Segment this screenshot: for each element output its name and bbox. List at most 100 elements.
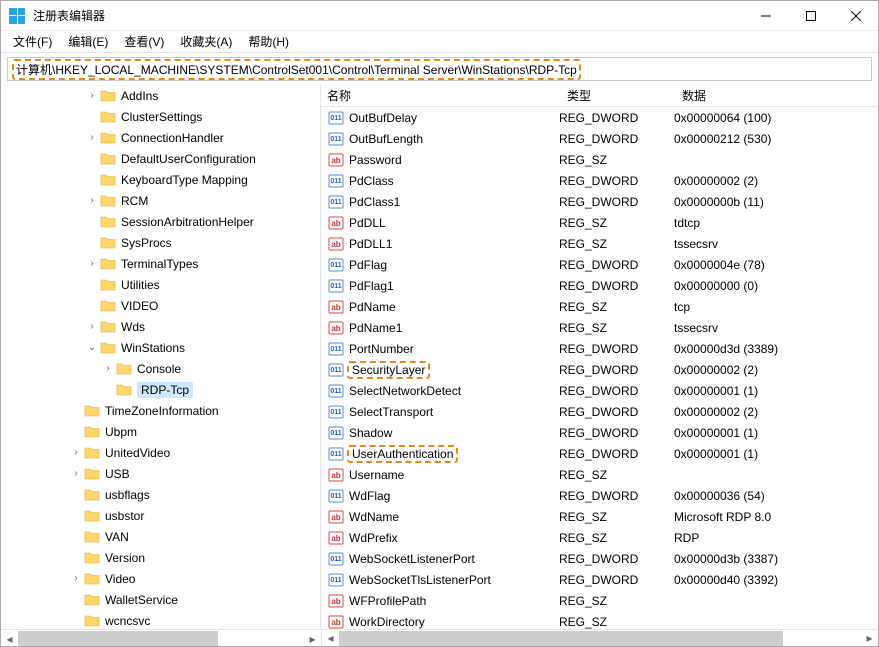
tree-scroll-track[interactable] <box>18 630 304 646</box>
tree-item-defaultuserconfiguration[interactable]: DefaultUserConfiguration <box>1 148 320 169</box>
tree-item-label: VIDEO <box>121 299 158 313</box>
value-row[interactable]: PasswordREG_SZ <box>321 149 878 170</box>
expander-icon[interactable]: › <box>69 573 83 584</box>
tree-item-unitedvideo[interactable]: ›UnitedVideo <box>1 442 320 463</box>
tree-item-label: Wds <box>121 320 145 334</box>
value-row[interactable]: SelectTransportREG_DWORD0x00000002 (2) <box>321 401 878 422</box>
dword-icon <box>327 110 345 126</box>
tree-scroll-left[interactable]: ◂ <box>1 630 18 647</box>
tree-item-video[interactable]: ›Video <box>1 568 320 589</box>
value-row[interactable]: WebSocketTlsListenerPortREG_DWORD0x00000… <box>321 569 878 590</box>
dword-icon <box>327 173 345 189</box>
tree-item-connectionhandler[interactable]: ›ConnectionHandler <box>1 127 320 148</box>
value-row[interactable]: PdClassREG_DWORD0x00000002 (2) <box>321 170 878 191</box>
col-header-data[interactable]: 数据 <box>676 87 878 104</box>
value-row[interactable]: WdFlagREG_DWORD0x00000036 (54) <box>321 485 878 506</box>
menu-favorites[interactable]: 收藏夹(A) <box>172 31 240 52</box>
tree-item-rdp-tcp[interactable]: RDP-Tcp <box>1 379 320 400</box>
value-type: REG_SZ <box>559 531 674 545</box>
value-row[interactable]: UserAuthenticationREG_DWORD0x00000001 (1… <box>321 443 878 464</box>
expander-icon[interactable]: › <box>85 258 99 269</box>
dword-icon <box>327 362 345 378</box>
value-row[interactable]: WebSocketListenerPortREG_DWORD0x00000d3b… <box>321 548 878 569</box>
tree-item-wds[interactable]: › Wds <box>1 316 320 337</box>
tree-item-usbstor[interactable]: usbstor <box>1 505 320 526</box>
tree-item-clustersettings[interactable]: ClusterSettings <box>1 106 320 127</box>
minimize-button[interactable] <box>743 1 788 31</box>
value-row[interactable]: SecurityLayerREG_DWORD0x00000002 (2) <box>321 359 878 380</box>
menu-help[interactable]: 帮助(H) <box>240 31 297 52</box>
value-type: REG_DWORD <box>559 405 674 419</box>
value-name: Username <box>349 468 559 482</box>
tree-item-video[interactable]: VIDEO <box>1 295 320 316</box>
expander-icon[interactable]: ⌄ <box>85 342 99 353</box>
value-row[interactable]: WorkDirectoryREG_SZ <box>321 611 878 629</box>
list-scroll-right[interactable]: ▸ <box>861 630 878 647</box>
tree-item-wcncsvc[interactable]: wcncsvc <box>1 610 320 629</box>
value-name: UserAuthentication <box>349 447 559 461</box>
expander-icon[interactable]: › <box>69 447 83 458</box>
close-button[interactable] <box>833 1 878 31</box>
menu-file[interactable]: 文件(F) <box>5 31 60 52</box>
tree-item-version[interactable]: Version <box>1 547 320 568</box>
value-row[interactable]: UsernameREG_SZ <box>321 464 878 485</box>
expander-icon[interactable]: › <box>69 468 83 479</box>
value-data: 0x00000002 (2) <box>674 405 878 419</box>
tree-item-sessionarbitrationhelper[interactable]: SessionArbitrationHelper <box>1 211 320 232</box>
tree-item-winstations[interactable]: ⌄WinStations <box>1 337 320 358</box>
value-row[interactable]: PdDLL1REG_SZtssecsrv <box>321 233 878 254</box>
tree-item-usb[interactable]: ›USB <box>1 463 320 484</box>
value-row[interactable]: SelectNetworkDetectREG_DWORD0x00000001 (… <box>321 380 878 401</box>
expander-icon[interactable]: › <box>85 321 99 332</box>
value-row[interactable]: PdDLLREG_SZtdtcp <box>321 212 878 233</box>
tree-item-usbflags[interactable]: usbflags <box>1 484 320 505</box>
value-type: REG_DWORD <box>559 384 674 398</box>
tree-item-sysprocs[interactable]: SysProcs <box>1 232 320 253</box>
tree-item-walletservice[interactable]: WalletService <box>1 589 320 610</box>
value-row[interactable]: PortNumberREG_DWORD0x00000d3d (3389) <box>321 338 878 359</box>
list-scroll-track[interactable] <box>339 631 861 646</box>
tree-scroll-right[interactable]: ▸ <box>304 630 321 647</box>
value-row[interactable]: ShadowREG_DWORD0x00000001 (1) <box>321 422 878 443</box>
expander-icon[interactable]: › <box>85 195 99 206</box>
value-row[interactable]: OutBufLengthREG_DWORD0x00000212 (530) <box>321 128 878 149</box>
tree-item-rcm[interactable]: ›RCM <box>1 190 320 211</box>
value-row[interactable]: PdNameREG_SZtcp <box>321 296 878 317</box>
value-row[interactable]: PdFlag1REG_DWORD0x00000000 (0) <box>321 275 878 296</box>
address-bar[interactable]: 计算机\HKEY_LOCAL_MACHINE\SYSTEM\ControlSet… <box>7 57 872 81</box>
tree-item-van[interactable]: VAN <box>1 526 320 547</box>
value-row[interactable]: PdFlagREG_DWORD0x0000004e (78) <box>321 254 878 275</box>
folder-icon <box>83 425 101 439</box>
list-scroll-left[interactable]: ◂ <box>322 630 339 647</box>
value-name: SelectTransport <box>349 405 559 419</box>
tree-item-console[interactable]: › Console <box>1 358 320 379</box>
tree-view[interactable]: ›AddIns ClusterSettings ›ConnectionHandler… <box>1 85 321 629</box>
tree-item-ubpm[interactable]: Ubpm <box>1 421 320 442</box>
value-row[interactable]: OutBufDelayREG_DWORD0x00000064 (100) <box>321 107 878 128</box>
col-header-name[interactable]: 名称 <box>321 87 561 104</box>
expander-icon[interactable]: › <box>101 363 115 374</box>
value-row[interactable]: PdName1REG_SZtssecsrv <box>321 317 878 338</box>
value-row[interactable]: WdNameREG_SZMicrosoft RDP 8.0 <box>321 506 878 527</box>
value-row[interactable]: WFProfilePathREG_SZ <box>321 590 878 611</box>
tree-item-label: ClusterSettings <box>121 110 202 124</box>
expander-icon[interactable]: › <box>85 90 99 101</box>
tree-item-utilities[interactable]: Utilities <box>1 274 320 295</box>
tree-item-keyboardtype-mapping[interactable]: KeyboardType Mapping <box>1 169 320 190</box>
tree-item-addins[interactable]: ›AddIns <box>1 85 320 106</box>
value-list[interactable]: 名称 类型 数据 OutBufDelayREG_DWORD0x00000064 … <box>321 85 878 629</box>
value-type: REG_SZ <box>559 216 674 230</box>
folder-icon <box>99 173 117 187</box>
menu-view[interactable]: 查看(V) <box>116 31 172 52</box>
col-header-type[interactable]: 类型 <box>561 87 676 104</box>
menu-edit[interactable]: 编辑(E) <box>60 31 116 52</box>
tree-item-timezoneinformation[interactable]: TimeZoneInformation <box>1 400 320 421</box>
value-name: PortNumber <box>349 342 559 356</box>
maximize-button[interactable] <box>788 1 833 31</box>
value-row[interactable]: PdClass1REG_DWORD0x0000000b (11) <box>321 191 878 212</box>
tree-item-label: WalletService <box>105 593 178 607</box>
tree-item-label: Console <box>137 362 181 376</box>
expander-icon[interactable]: › <box>85 132 99 143</box>
tree-item-terminaltypes[interactable]: ›TerminalTypes <box>1 253 320 274</box>
value-row[interactable]: WdPrefixREG_SZRDP <box>321 527 878 548</box>
